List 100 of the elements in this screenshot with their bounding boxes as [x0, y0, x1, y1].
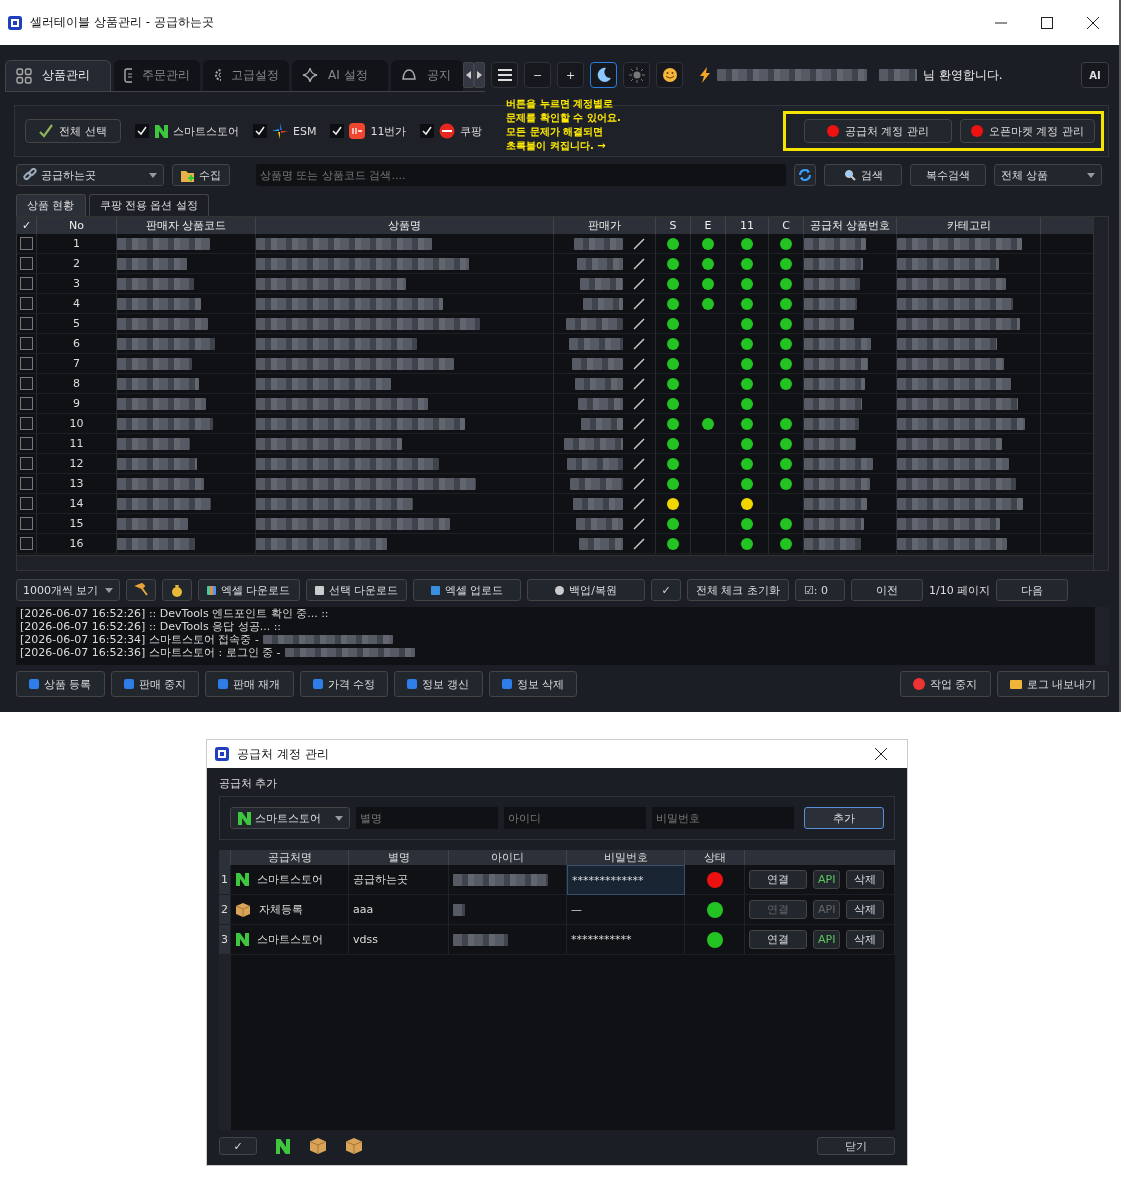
pencil-icon[interactable] [633, 477, 645, 490]
pencil-icon[interactable] [633, 377, 645, 390]
api-button[interactable]: API [813, 930, 841, 949]
action-button[interactable]: 판매 재개 [205, 671, 294, 697]
toolbar-button[interactable]: 선택 다운로드 [305, 579, 407, 601]
toolbar-button[interactable]: 엑셀 다운로드 [198, 579, 300, 601]
tab[interactable]: 상품관리 [5, 59, 111, 91]
row-checkbox[interactable] [20, 437, 33, 450]
row-checkbox[interactable] [20, 377, 33, 390]
row-checkbox[interactable] [20, 497, 33, 510]
checkbox[interactable] [135, 124, 149, 138]
action-button[interactable]: 로그 내보내기 [996, 671, 1109, 697]
row-checkbox[interactable] [20, 317, 33, 330]
collect-button[interactable]: 수집 [172, 164, 230, 186]
tab-scroll-right-button[interactable] [474, 61, 485, 88]
row-checkbox[interactable] [20, 257, 33, 270]
theme-button[interactable] [656, 62, 683, 88]
delete-button[interactable]: 삭제 [846, 900, 885, 919]
tab[interactable]: 주문관리 [114, 59, 200, 91]
pencil-icon[interactable] [633, 237, 645, 250]
pencil-icon[interactable] [633, 297, 645, 310]
account-manage-button[interactable]: 공급처 계정 관리 [804, 119, 952, 143]
check-button[interactable]: ✓ [219, 1137, 257, 1155]
row-checkbox[interactable] [20, 477, 33, 490]
pencil-icon[interactable] [633, 537, 645, 550]
tab[interactable]: 쿠팡 전용 옵션 설정 [88, 194, 209, 216]
delete-button[interactable]: 삭제 [846, 870, 885, 889]
pencil-icon[interactable] [633, 317, 645, 330]
action-button[interactable]: 작업 중지 [900, 671, 991, 697]
action-button[interactable]: 정보 삭제 [488, 671, 577, 697]
box-icon[interactable] [345, 1137, 363, 1155]
supplier-dropdown[interactable]: 공급하는곳 [16, 164, 164, 186]
action-button[interactable]: 가격 수정 [299, 671, 388, 697]
id-field[interactable]: 아이디 [504, 807, 646, 829]
close-button[interactable]: 닫기 [817, 1137, 895, 1155]
pencil-icon[interactable] [633, 257, 645, 270]
search-button[interactable]: 검색 [824, 164, 902, 186]
tab[interactable]: 상품 현황 [16, 194, 86, 216]
toolbar-button[interactable]: 백업/복원 [527, 579, 645, 601]
alias-field[interactable]: 별명 [356, 807, 498, 829]
row-checkbox[interactable] [20, 277, 33, 290]
horizontal-scrollbar[interactable] [17, 555, 1094, 570]
tab-scroll-left-button[interactable] [463, 61, 474, 88]
money-bag-button[interactable] [162, 579, 192, 601]
connect-button[interactable]: 연결 [749, 870, 807, 889]
tab[interactable]: 공지 [391, 59, 463, 91]
pencil-icon[interactable] [633, 277, 645, 290]
password-field[interactable]: 비밀번호 [652, 807, 794, 829]
row-checkbox[interactable] [20, 537, 33, 550]
theme-button[interactable] [590, 62, 617, 88]
pencil-icon[interactable] [633, 417, 645, 430]
delete-button[interactable]: 삭제 [846, 930, 885, 949]
add-button[interactable]: 추가 [804, 807, 884, 829]
box-icon[interactable] [309, 1137, 327, 1155]
api-button[interactable]: API [813, 870, 841, 889]
filter-dropdown[interactable]: 전체 상품 [994, 164, 1102, 186]
market-dropdown[interactable]: 스마트스토어 [230, 807, 350, 829]
row-checkbox[interactable] [20, 457, 33, 470]
row-checkbox[interactable] [20, 397, 33, 410]
pencil-icon[interactable] [633, 457, 645, 470]
close-icon[interactable] [875, 748, 887, 760]
action-button[interactable]: 정보 갱신 [394, 671, 483, 697]
checked-count-button[interactable]: ☑: 0 [795, 579, 845, 601]
row-checkbox[interactable] [20, 417, 33, 430]
row-checkbox[interactable] [20, 237, 33, 250]
next-page-button[interactable]: 다음 [996, 579, 1069, 601]
pencil-icon[interactable] [633, 337, 645, 350]
pencil-icon[interactable] [633, 497, 645, 510]
action-button[interactable]: 상품 등록 [16, 671, 105, 697]
zoom-button[interactable]: + [557, 62, 584, 88]
page-size-dropdown[interactable]: 1000개씩 보기 [16, 579, 120, 601]
previous-page-button[interactable]: 이전 [851, 579, 923, 601]
vertical-scrollbar[interactable] [1093, 217, 1108, 570]
tab[interactable]: 고급설정 [203, 59, 289, 91]
row-checkbox[interactable] [20, 337, 33, 350]
action-button[interactable]: 판매 중지 [110, 671, 199, 697]
row-checkbox[interactable] [20, 297, 33, 310]
ai-chat-button[interactable]: AI [1081, 62, 1109, 88]
row-checkbox[interactable] [20, 517, 33, 530]
refresh-button[interactable] [794, 164, 816, 186]
row-checkbox[interactable] [20, 357, 33, 370]
tab[interactable]: AI 설정 [292, 59, 388, 91]
multi-search-button[interactable]: 복수검색 [910, 164, 986, 186]
toolbar-button[interactable]: 엑셀 업로드 [413, 579, 521, 601]
reset-checks-button[interactable]: 전체 체크 초기화 [687, 579, 789, 601]
search-field[interactable]: 상품명 또는 상품코드 검색.... [256, 164, 786, 186]
maximize-icon[interactable] [1041, 16, 1053, 29]
checkbox[interactable] [253, 124, 267, 138]
select-all-button[interactable]: 전체 선택 [25, 119, 121, 143]
pencil-icon[interactable] [633, 357, 645, 370]
connect-button[interactable]: 연결 [749, 930, 807, 949]
close-icon[interactable] [1087, 16, 1099, 29]
check-button[interactable]: ✓ [651, 579, 681, 601]
hammer-button[interactable] [126, 579, 156, 601]
pencil-icon[interactable] [633, 397, 645, 410]
checkbox[interactable] [420, 124, 435, 138]
account-manage-button[interactable]: 오픈마켓 계정 관리 [960, 119, 1095, 143]
pencil-icon[interactable] [633, 517, 645, 530]
zoom-button[interactable]: − [524, 62, 551, 88]
pencil-icon[interactable] [633, 437, 645, 450]
